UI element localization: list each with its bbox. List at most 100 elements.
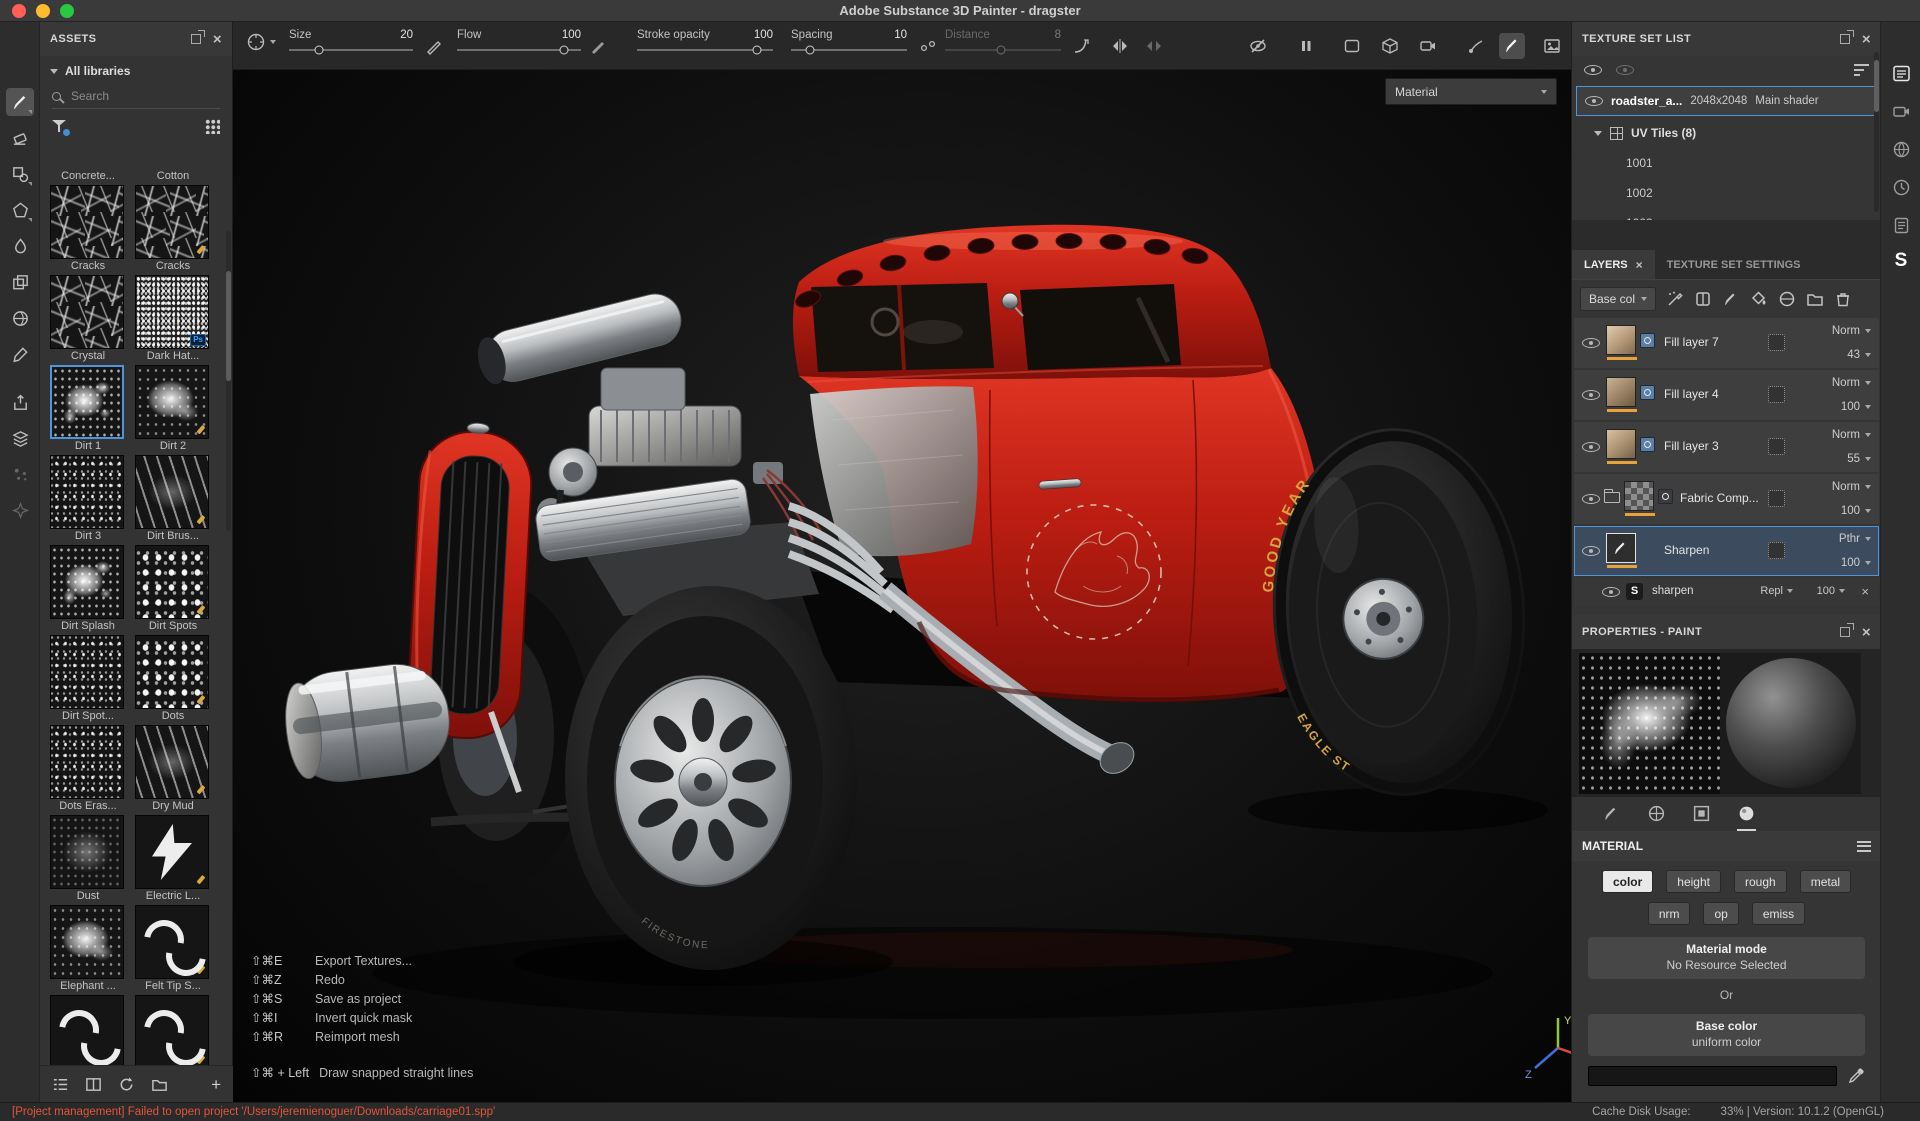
asset-thumbnail[interactable]	[135, 995, 209, 1069]
blend-mode-dropdown[interactable]: Norm	[1832, 429, 1871, 441]
effect-name[interactable]: sharpen	[1652, 585, 1694, 597]
asset-thumbnail[interactable]	[50, 635, 124, 709]
close-panel-icon[interactable]: ×	[1862, 32, 1871, 47]
uv-tile-row[interactable]: 1001	[1572, 148, 1881, 178]
symmetry-y-icon[interactable]	[1141, 33, 1167, 59]
layer-group-row[interactable]: Fabric Comp... Norm 100	[1574, 474, 1879, 524]
effect-visibility-icon[interactable]	[1602, 586, 1620, 598]
size-pressure-icon[interactable]	[421, 33, 447, 59]
asset-item[interactable]: Cotton	[135, 171, 211, 185]
asset-item[interactable]: Dust	[50, 815, 126, 905]
layer-row-selected[interactable]: Sharpen Pthr 100	[1574, 526, 1879, 576]
material-picker-tool-button[interactable]	[6, 304, 34, 332]
visibility-eye-off-icon[interactable]	[1616, 64, 1634, 76]
opacity-dropdown[interactable]: 100	[1841, 557, 1871, 569]
blend-mode-dropdown[interactable]: Norm	[1832, 325, 1871, 337]
asset-thumbnail[interactable]	[50, 815, 124, 889]
channel-toggle-rough[interactable]: rough	[1734, 870, 1787, 893]
view-mode-dropdown[interactable]: Material	[1385, 78, 1557, 105]
asset-thumbnail[interactable]	[135, 725, 209, 799]
brush-cursor-icon[interactable]	[245, 31, 276, 53]
uv-tile-row[interactable]: 1003	[1572, 208, 1881, 220]
asset-item[interactable]: Dirt 2	[135, 365, 211, 455]
layer-row[interactable]: Fill layer 3 Norm 55	[1574, 422, 1879, 472]
slider-knob[interactable]	[314, 46, 323, 55]
asset-item[interactable]: Electric L...	[135, 815, 211, 905]
assets-scrollbar[interactable]	[226, 231, 231, 531]
asset-item[interactable]: Dots Eras...	[50, 725, 126, 815]
asset-item[interactable]: Cracks	[50, 185, 126, 275]
flow-pressure-icon[interactable]	[585, 33, 611, 59]
flow-slider[interactable]: Flow100	[457, 29, 581, 51]
layer-name[interactable]: Fill layer 7	[1664, 335, 1719, 349]
asset-item[interactable]: Crystal	[50, 275, 126, 365]
new-folder-icon[interactable]	[151, 1076, 168, 1093]
mask-placeholder[interactable]	[1768, 438, 1785, 455]
add-folder-icon[interactable]	[1806, 290, 1824, 308]
layer-visibility-icon[interactable]	[1582, 337, 1600, 349]
polygon-fill-tool-button[interactable]	[6, 196, 34, 224]
channel-toggle-metal[interactable]: metal	[1800, 870, 1851, 893]
opacity-dropdown[interactable]: 100	[1841, 401, 1871, 413]
slider-knob[interactable]	[559, 46, 568, 55]
eyedropper-icon[interactable]	[1847, 1067, 1865, 1085]
remove-effect-icon[interactable]: ×	[1861, 584, 1869, 599]
layer-visibility-icon[interactable]	[1582, 545, 1600, 557]
asset-thumbnail[interactable]	[50, 455, 124, 529]
layer-name[interactable]: Fabric Comp...	[1680, 491, 1759, 505]
asset-item[interactable]: Dirt 3	[50, 455, 126, 545]
lazy-mouse-icon[interactable]	[1463, 33, 1489, 59]
channel-toggle-color[interactable]: color	[1602, 870, 1653, 893]
asset-thumbnail[interactable]	[50, 995, 124, 1069]
channel-toggle-emiss[interactable]: emiss	[1752, 902, 1805, 925]
add-mask-icon[interactable]	[1694, 290, 1712, 308]
export-tool-button[interactable]	[6, 388, 34, 416]
asset-item[interactable]: Dirt Spot...	[50, 635, 126, 725]
base-color-swatch[interactable]	[1588, 1066, 1837, 1086]
color-picker-tool-button[interactable]	[6, 340, 34, 368]
falloff-curve-icon[interactable]	[1069, 33, 1095, 59]
history-icon[interactable]	[1888, 174, 1914, 200]
substance-logo-icon[interactable]: S	[1888, 250, 1914, 272]
asset-thumbnail[interactable]	[135, 815, 209, 889]
close-panel-icon[interactable]: ×	[213, 32, 222, 47]
effect-blend-dropdown[interactable]: Repl	[1760, 585, 1793, 597]
base-color-box[interactable]: Base color uniform color	[1588, 1014, 1865, 1056]
channel-toggle-height[interactable]: height	[1666, 870, 1721, 893]
alpha-tab[interactable]	[1647, 797, 1666, 831]
add-fill-layer-icon[interactable]	[1750, 290, 1768, 308]
asset-thumbnail[interactable]	[135, 905, 209, 979]
smudge-tool-button[interactable]	[6, 232, 34, 260]
tab-texture-set-settings[interactable]: TEXTURE SET SETTINGS	[1655, 250, 1813, 279]
add-effect-icon[interactable]	[1666, 290, 1684, 308]
render-image-icon[interactable]	[1539, 33, 1565, 59]
layer-effect-row[interactable]: S sharpen Repl 100 ×	[1574, 578, 1879, 606]
slider-knob[interactable]	[805, 46, 814, 55]
blend-mode-dropdown[interactable]: Norm	[1832, 377, 1871, 389]
uv-tile-row[interactable]: 1002	[1572, 178, 1881, 208]
delete-layer-icon[interactable]	[1834, 290, 1852, 308]
add-asset-button[interactable]: +	[211, 1076, 221, 1093]
asset-thumbnail[interactable]	[50, 365, 124, 439]
paint-mode-icon[interactable]	[1499, 33, 1525, 59]
layer-visibility-icon[interactable]	[1582, 441, 1600, 453]
stroke-opacity-slider[interactable]: Stroke opacity100	[637, 29, 773, 51]
slider-knob[interactable]	[752, 46, 761, 55]
filter-funnel-icon[interactable]	[52, 119, 68, 134]
layer-row[interactable]: Fill layer 4 Norm 100	[1574, 370, 1879, 420]
material-mode-box[interactable]: Material mode No Resource Selected	[1588, 937, 1865, 979]
layer-thumbnail[interactable]	[1606, 533, 1636, 563]
spacing-dots-icon[interactable]	[915, 33, 941, 59]
hide-stencil-icon[interactable]	[1245, 33, 1271, 59]
mask-placeholder[interactable]	[1768, 386, 1785, 403]
section-menu-icon[interactable]	[1857, 841, 1871, 852]
asset-item-selected[interactable]: Dirt 1	[50, 365, 126, 455]
library-selector[interactable]: All libraries	[40, 56, 232, 82]
distance-slider[interactable]: Distance8	[945, 29, 1061, 51]
spacing-slider[interactable]: Spacing10	[791, 29, 907, 51]
clone-tool-button[interactable]	[6, 268, 34, 296]
asset-thumbnail[interactable]	[50, 725, 124, 799]
texture-set-row-selected[interactable]: roadster_a... 2048x2048 Main shader	[1576, 86, 1877, 116]
paint-tool-button[interactable]	[6, 88, 34, 116]
brush-settings-tab[interactable]	[1602, 797, 1621, 831]
